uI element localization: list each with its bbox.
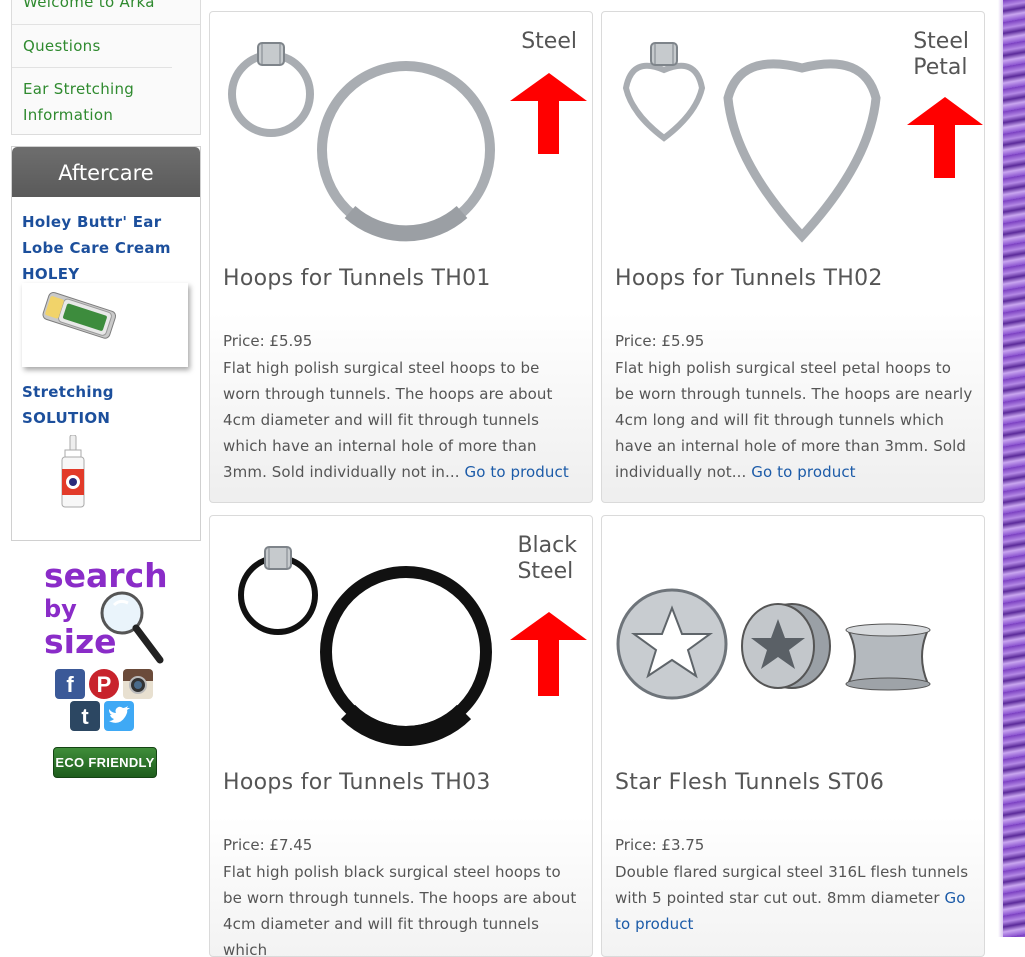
search-by-size-line1: search [44, 556, 168, 595]
product-price: Price: £3.75 [615, 836, 705, 854]
aftercare-product-stretching-solution[interactable]: Stretching SOLUTION [22, 379, 142, 431]
sidebar-item-welcome[interactable]: Welcome to Arka [12, 0, 200, 15]
product-title[interactable]: Hoops for Tunnels TH01 [223, 266, 491, 291]
aftercare-product-holey-buttr[interactable]: Holey Buttr' Ear Lobe Care Cream HOLEY [22, 209, 182, 287]
product-description: Flat high polish surgical steel petal ho… [615, 355, 973, 485]
product-price: Price: £5.95 [223, 332, 313, 350]
red-arrow-icon [907, 97, 983, 178]
product-card-st06[interactable]: Star Flesh Tunnels ST06 Price: £3.75 Dou… [601, 515, 985, 957]
product-image-st06[interactable] [602, 516, 984, 756]
product-description: Flat high polish black surgical steel ho… [223, 859, 581, 957]
product-card-th03[interactable]: Black Steel Hoops for Tunnels TH03 Price… [209, 515, 593, 957]
care-cream-tin-image[interactable] [38, 289, 118, 343]
aftercare-heading: Aftercare [12, 147, 200, 197]
product-card-th01[interactable]: Steel Hoops for Tunnels TH01 Price: £5.9… [209, 11, 593, 503]
search-by-size-line2: by [44, 595, 77, 623]
product-title[interactable]: Hoops for Tunnels TH03 [223, 770, 491, 795]
facebook-icon[interactable]: f [55, 669, 85, 699]
eco-friendly-badge[interactable]: ECO FRIENDLY [53, 747, 157, 778]
sidebar-item-ear-stretching[interactable]: Ear Stretching Information [12, 67, 172, 128]
sidebar-item-questions[interactable]: Questions [12, 24, 200, 66]
pinterest-icon[interactable]: P [89, 669, 119, 699]
product-description-text: Double flared surgical steel 316L flesh … [615, 863, 969, 907]
variant-label: Steel Petal [913, 29, 969, 80]
product-description: Flat high polish surgical steel hoops to… [223, 355, 581, 485]
variant-label: Steel [521, 29, 577, 54]
red-arrow-icon [510, 73, 587, 154]
red-arrow-icon [510, 612, 587, 696]
variant-label: Black Steel [517, 533, 577, 584]
product-price: Price: £7.45 [223, 836, 313, 854]
solution-bottle-image[interactable] [59, 435, 87, 511]
decorative-purple-border [1003, 0, 1025, 937]
tumblr-icon[interactable]: t [70, 701, 100, 731]
product-description-text: Flat high polish black surgical steel ho… [223, 863, 577, 957]
go-to-product-link[interactable]: Go to product [464, 463, 568, 481]
go-to-product-link[interactable]: Go to product [751, 463, 855, 481]
search-by-size-link[interactable]: search by size [44, 553, 174, 668]
product-card-th02[interactable]: Steel Petal Hoops for Tunnels TH02 Price… [601, 11, 985, 503]
instagram-icon[interactable] [123, 669, 153, 699]
product-description: Double flared surgical steel 316L flesh … [615, 859, 973, 937]
sidebar-nav: Welcome to Arka Questions Ear Stretching… [11, 0, 201, 135]
product-title[interactable]: Hoops for Tunnels TH02 [615, 266, 883, 291]
twitter-icon[interactable] [104, 701, 134, 731]
product-price: Price: £5.95 [615, 332, 705, 350]
product-title[interactable]: Star Flesh Tunnels ST06 [615, 770, 884, 795]
aftercare-panel: Aftercare Holey Buttr' Ear Lobe Care Cre… [11, 146, 201, 541]
search-by-size-line3: size [44, 622, 117, 661]
